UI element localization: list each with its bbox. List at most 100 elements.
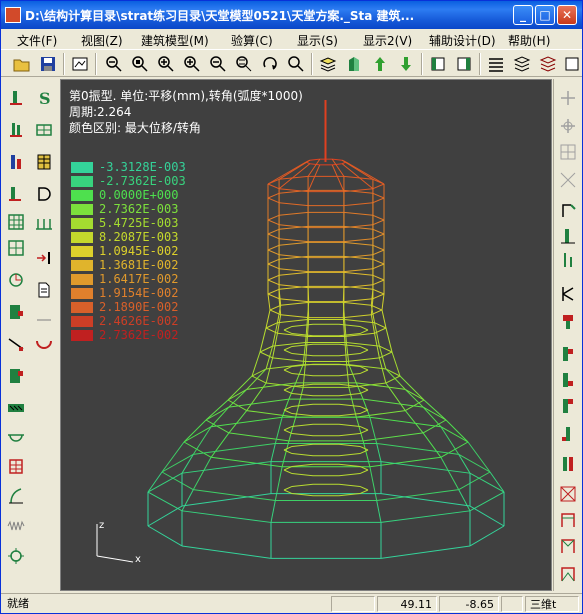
column-2-icon[interactable]: [5, 119, 27, 141]
post-2-icon[interactable]: [557, 423, 579, 445]
frame-view-icon[interactable]: [69, 53, 91, 75]
axis-z-label: z: [99, 520, 104, 531]
minimize-button[interactable]: _: [513, 5, 533, 25]
menu-building-model[interactable]: 建筑模型(M): [141, 32, 209, 49]
mode-title: 第0振型. 单位:平移(mm),转角(弧度*1000): [69, 89, 303, 103]
wave-icon[interactable]: [5, 515, 27, 537]
zoom-in-icon[interactable]: [155, 53, 177, 75]
zoom-all-icon[interactable]: [233, 53, 255, 75]
color-legend-title: 颜色区别: 最大位移/转角: [69, 121, 201, 135]
k-brace-icon[interactable]: [557, 283, 579, 305]
divider-icon: [33, 309, 55, 331]
load-arrow-icon[interactable]: [33, 247, 55, 269]
menu-check[interactable]: 验算(C): [231, 32, 273, 49]
stack-icon[interactable]: [485, 53, 507, 75]
legend-swatch: [71, 218, 93, 229]
right-toolbar: [553, 79, 582, 591]
rotate-load-icon[interactable]: [5, 269, 27, 291]
rotate-node-icon[interactable]: [5, 545, 27, 567]
diagonal-icon[interactable]: [5, 333, 27, 355]
legend-row: 2.7362E-002: [69, 328, 209, 342]
color-legend: -3.3128E-003 -2.7362E-003 0.0000E+000 2.736…: [69, 160, 209, 342]
supports-icon[interactable]: [33, 213, 55, 235]
menu-help[interactable]: 帮助(H): [508, 32, 550, 49]
menu-aux-design[interactable]: 辅助设计(D): [429, 32, 496, 49]
member-icon[interactable]: [5, 301, 27, 323]
tower-icon[interactable]: [5, 455, 27, 477]
floor-plan-icon[interactable]: [427, 53, 449, 75]
toolbar-separator: [479, 53, 481, 75]
joint-4-icon[interactable]: [557, 395, 579, 417]
zoom-out-icon[interactable]: [103, 53, 125, 75]
menu-view[interactable]: 视图(Z): [81, 32, 123, 49]
maximize-button[interactable]: □: [535, 5, 555, 25]
green-beam-icon[interactable]: [5, 397, 27, 419]
bend-icon[interactable]: [557, 199, 579, 221]
building-3d-icon[interactable]: [343, 53, 365, 75]
save-icon[interactable]: [37, 53, 59, 75]
legend-value: 2.1890E-002: [99, 300, 179, 314]
close-button[interactable]: ✕: [557, 5, 577, 25]
arrow-up-icon[interactable]: [369, 53, 391, 75]
menu-display2[interactable]: 显示2(V): [363, 32, 412, 49]
legend-row: 1.6417E-002: [69, 272, 209, 286]
legend-row: 2.7362E-003: [69, 202, 209, 216]
legend-swatch: [71, 260, 93, 271]
frame-grid-icon[interactable]: [5, 211, 27, 233]
slab-icon[interactable]: [5, 365, 27, 387]
grid-3x3-icon[interactable]: [557, 141, 579, 163]
legend-row: 1.3681E-002: [69, 258, 209, 272]
stack-3-icon[interactable]: [537, 53, 559, 75]
frame-grid-2-icon[interactable]: [5, 237, 27, 259]
arc-icon[interactable]: [33, 333, 55, 355]
period-label: 周期:2.264: [69, 105, 132, 119]
stack-2-icon[interactable]: [511, 53, 533, 75]
window-title: D:\结构计算目录\strat练习目录\天堂模型0521\天堂方案._Sta 建…: [25, 9, 415, 23]
beam-icon[interactable]: [5, 151, 27, 173]
zoom-window-icon[interactable]: [129, 53, 151, 75]
zoom-previous-icon[interactable]: [285, 53, 307, 75]
menu-bar: 文件(F) 视图(Z) 建筑模型(M) 验算(C) 显示(S) 显示2(V) 辅…: [1, 29, 582, 49]
status-view-mode: 三维t: [525, 596, 579, 612]
toolbar-more-icon[interactable]: [561, 53, 583, 75]
grid-icon[interactable]: [33, 119, 55, 141]
split-icon[interactable]: [557, 453, 579, 475]
brace-icon[interactable]: [5, 183, 27, 205]
portal-3-icon[interactable]: [557, 563, 579, 585]
joint-2-icon[interactable]: [557, 343, 579, 365]
title-bar[interactable]: D:\结构计算目录\strat练习目录\天堂模型0521\天堂方案._Sta 建…: [1, 1, 582, 29]
portal-2-icon[interactable]: [557, 535, 579, 557]
elevation-icon[interactable]: [453, 53, 475, 75]
legend-value: 1.6417E-002: [99, 272, 179, 286]
joint-3-icon[interactable]: [557, 369, 579, 391]
s-section-icon[interactable]: S: [33, 87, 55, 109]
cross-icon[interactable]: [557, 87, 579, 109]
zoom-in-2-icon[interactable]: [181, 53, 203, 75]
x-frame-icon[interactable]: [557, 483, 579, 505]
joint-icon[interactable]: [557, 311, 579, 333]
arch-icon[interactable]: [5, 425, 27, 447]
diagonal-grid-icon[interactable]: [557, 169, 579, 191]
cross-2-icon[interactable]: [557, 115, 579, 137]
post-icon[interactable]: [557, 249, 579, 271]
arrow-down-icon[interactable]: [395, 53, 417, 75]
zoom-out-2-icon[interactable]: [207, 53, 229, 75]
axis-triad: z x: [96, 520, 141, 564]
portal-icon[interactable]: [557, 509, 579, 531]
legend-swatch: [71, 274, 93, 285]
open-folder-icon[interactable]: [11, 53, 33, 75]
legend-swatch: [71, 288, 93, 299]
menu-file[interactable]: 文件(F): [17, 32, 57, 49]
legend-swatch: [71, 190, 93, 201]
column-icon[interactable]: [5, 87, 27, 109]
d-bracket-icon[interactable]: [33, 183, 55, 205]
legend-swatch: [71, 176, 93, 187]
wall-icon[interactable]: [33, 151, 55, 173]
rotate-view-icon[interactable]: [259, 53, 281, 75]
model-canvas[interactable]: 第0振型. 单位:平移(mm),转角(弧度*1000) 周期:2.264 颜色区…: [60, 79, 552, 591]
lean-icon[interactable]: [5, 485, 27, 507]
document-icon[interactable]: [33, 279, 55, 301]
column-r-icon[interactable]: [557, 225, 579, 247]
menu-display[interactable]: 显示(S): [297, 32, 338, 49]
layers-icon[interactable]: [317, 53, 339, 75]
